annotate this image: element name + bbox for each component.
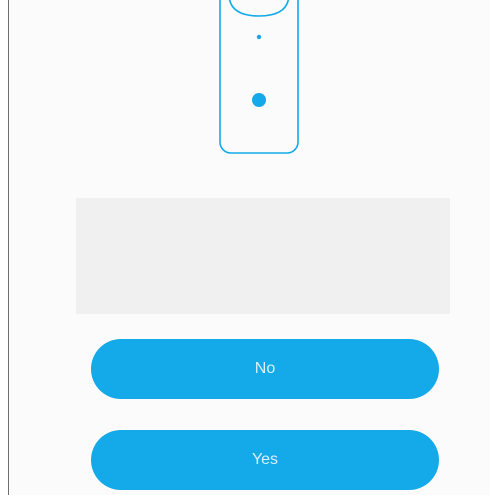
yes-button[interactable]: Yes [91,430,439,490]
no-button[interactable]: No [91,339,439,399]
message-box [76,198,450,314]
dialog-content: No Yes [9,0,490,495]
phone-device-icon [219,0,299,154]
